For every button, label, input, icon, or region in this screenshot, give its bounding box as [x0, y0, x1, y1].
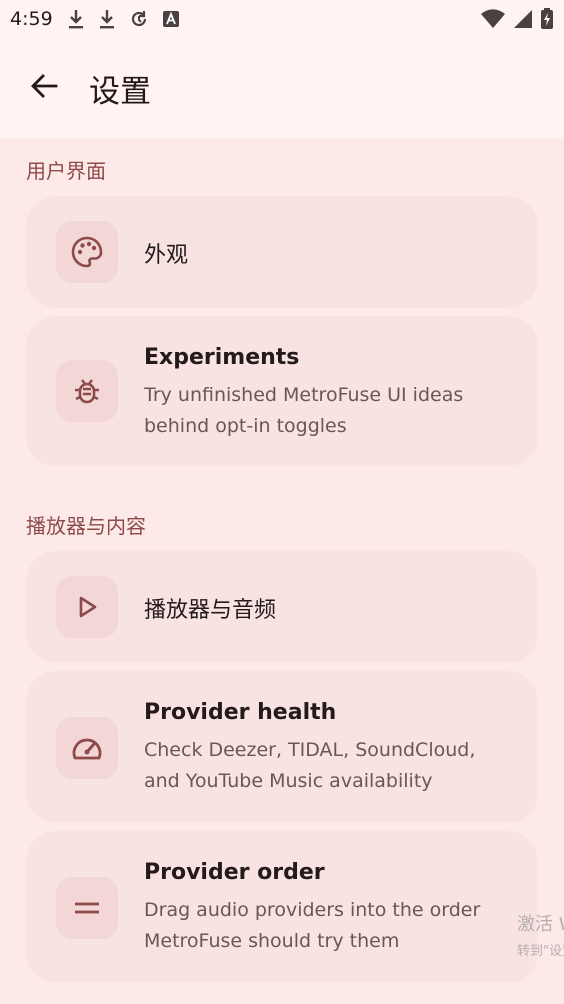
watermark-line2: 转到"设置" [517, 944, 564, 959]
settings-item-title: 播放器与音频 [144, 598, 277, 623]
section-header-ui: 用户界面 [26, 159, 106, 183]
font-a-icon [162, 10, 180, 28]
palette-icon [56, 221, 118, 283]
settings-item-appearance[interactable]: 外观 [26, 196, 538, 308]
drag-handle-icon [56, 877, 118, 939]
settings-item-title: 外观 [144, 243, 189, 268]
app-bar: 设置 [0, 38, 564, 138]
settings-item-subtitle: Try unfinished MetroFuse UI ideas behind… [144, 384, 464, 437]
play-icon [56, 576, 118, 638]
status-notification-icons [67, 8, 180, 30]
sync-icon [129, 9, 149, 29]
status-bar: 4:59 [0, 0, 564, 38]
settings-item-title: Experiments [144, 345, 300, 370]
settings-item-title: Provider health [144, 700, 337, 725]
signal-icon [512, 9, 534, 29]
arrow-back-icon [29, 71, 59, 105]
status-system-icons [480, 8, 554, 30]
battery-icon [540, 8, 554, 30]
speedometer-icon [56, 717, 118, 779]
settings-item-player-audio[interactable]: 播放器与音频 [26, 551, 538, 663]
settings-item-provider-health[interactable]: Provider health Check Deezer, TIDAL, Sou… [26, 671, 538, 823]
settings-list[interactable]: 用户界面 外观 Experiments Try unfinished Metro… [0, 138, 564, 1004]
settings-item-subtitle: Drag audio providers into the order Metr… [144, 899, 481, 952]
settings-item-provider-order[interactable]: Provider order Drag audio providers into… [26, 831, 538, 983]
page-title: 设置 [89, 73, 151, 110]
status-time: 4:59 [10, 8, 53, 30]
wifi-icon [480, 9, 506, 29]
back-button[interactable] [20, 64, 68, 112]
activation-watermark: 激活 W 转到"设置" [517, 910, 564, 959]
settings-item-experiments[interactable]: Experiments Try unfinished MetroFuse UI … [26, 316, 538, 466]
download-icon [67, 8, 85, 30]
settings-item-title: Provider order [144, 860, 325, 885]
watermark-line1: 激活 W [517, 914, 564, 935]
download-icon [98, 8, 116, 30]
section-header-player: 播放器与内容 [26, 514, 146, 538]
bug-icon [56, 360, 118, 422]
settings-item-subtitle: Check Deezer, TIDAL, SoundCloud, and You… [144, 739, 476, 792]
